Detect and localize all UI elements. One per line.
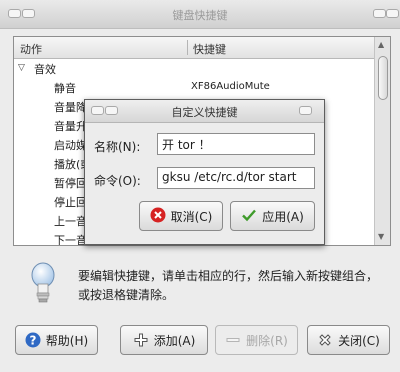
window-titlebar[interactable]: 键盘快捷键 — [0, 0, 400, 29]
checkmark-icon — [241, 207, 257, 226]
window-title: 键盘快捷键 — [172, 9, 228, 22]
help-button[interactable]: ? 帮助(H) — [15, 325, 98, 355]
apply-button-label: 应用(A) — [262, 209, 304, 224]
remove-button[interactable]: 删除(R) — [215, 325, 298, 355]
close-button-label: 关闭(C) — [338, 333, 380, 348]
cancel-button-label: 取消(C) — [170, 209, 213, 224]
add-button-label: 添加(A) — [153, 333, 196, 348]
command-label: 命令(O): — [94, 174, 141, 188]
cancel-button[interactable]: 取消(C) — [139, 201, 223, 231]
help-icon: ? — [25, 332, 41, 348]
custom-shortcut-dialog: 自定义快捷键 名称(N): 开 tor ！ 命令(O): gksu /etc/r… — [84, 99, 325, 245]
add-button[interactable]: 添加(A) — [120, 325, 208, 355]
row-action: 音量降 — [54, 101, 87, 114]
window-minimize-button[interactable] — [373, 9, 386, 18]
row-action: 下一音 — [54, 234, 87, 246]
minus-icon — [225, 332, 241, 348]
name-field[interactable]: 开 tor ！ — [157, 133, 315, 155]
row-shortcut: XF86AudioMute — [191, 81, 270, 92]
expander-down-icon[interactable]: ▽ — [18, 63, 25, 73]
row-action: 启动媒 — [54, 139, 87, 152]
dialog-titlebar[interactable]: 自定义快捷键 — [85, 100, 324, 123]
scrollbar-thumb[interactable] — [378, 56, 388, 100]
group-label: 音效 — [34, 63, 56, 76]
plus-icon — [133, 332, 149, 348]
column-separator[interactable] — [187, 40, 188, 55]
list-header: 动作 快捷键 — [14, 37, 376, 59]
table-row[interactable]: 静音 XF86AudioMute — [14, 78, 376, 97]
close-button[interactable]: 关闭(C) — [307, 325, 390, 355]
row-action: 音量升 — [54, 120, 87, 133]
svg-text:?: ? — [29, 334, 36, 348]
dialog-title: 自定义快捷键 — [171, 106, 238, 119]
name-label: 名称(N): — [94, 140, 141, 154]
dialog-close-button[interactable] — [299, 106, 312, 115]
help-button-label: 帮助(H) — [45, 333, 89, 348]
row-action: 上一音 — [54, 215, 87, 228]
scroll-down-arrow-icon[interactable]: ▼ — [378, 232, 384, 241]
vertical-scrollbar[interactable]: ▲ ▼ — [374, 37, 390, 245]
close-icon — [317, 332, 333, 348]
row-action: 暂停回 — [54, 177, 87, 190]
hint-text: 要编辑快捷键，请单击相应的行，然后输入新按键组合，或按退格键清除。 — [78, 269, 379, 302]
row-action: 停止回 — [54, 196, 87, 209]
scroll-up-arrow-icon[interactable]: ▲ — [378, 40, 384, 49]
apply-button[interactable]: 应用(A) — [230, 201, 315, 231]
command-field[interactable]: gksu /etc/rc.d/tor start — [157, 167, 315, 189]
cancel-icon — [150, 207, 166, 226]
lightbulb-icon — [31, 262, 55, 303]
row-action: 静音 — [54, 82, 76, 95]
group-row-sound[interactable]: ▽ 音效 — [14, 59, 376, 78]
window-close-button[interactable] — [386, 9, 399, 18]
remove-button-label: 删除(R) — [246, 333, 288, 348]
column-header-action[interactable]: 动作 — [20, 41, 42, 57]
column-header-shortcut[interactable]: 快捷键 — [193, 41, 226, 57]
